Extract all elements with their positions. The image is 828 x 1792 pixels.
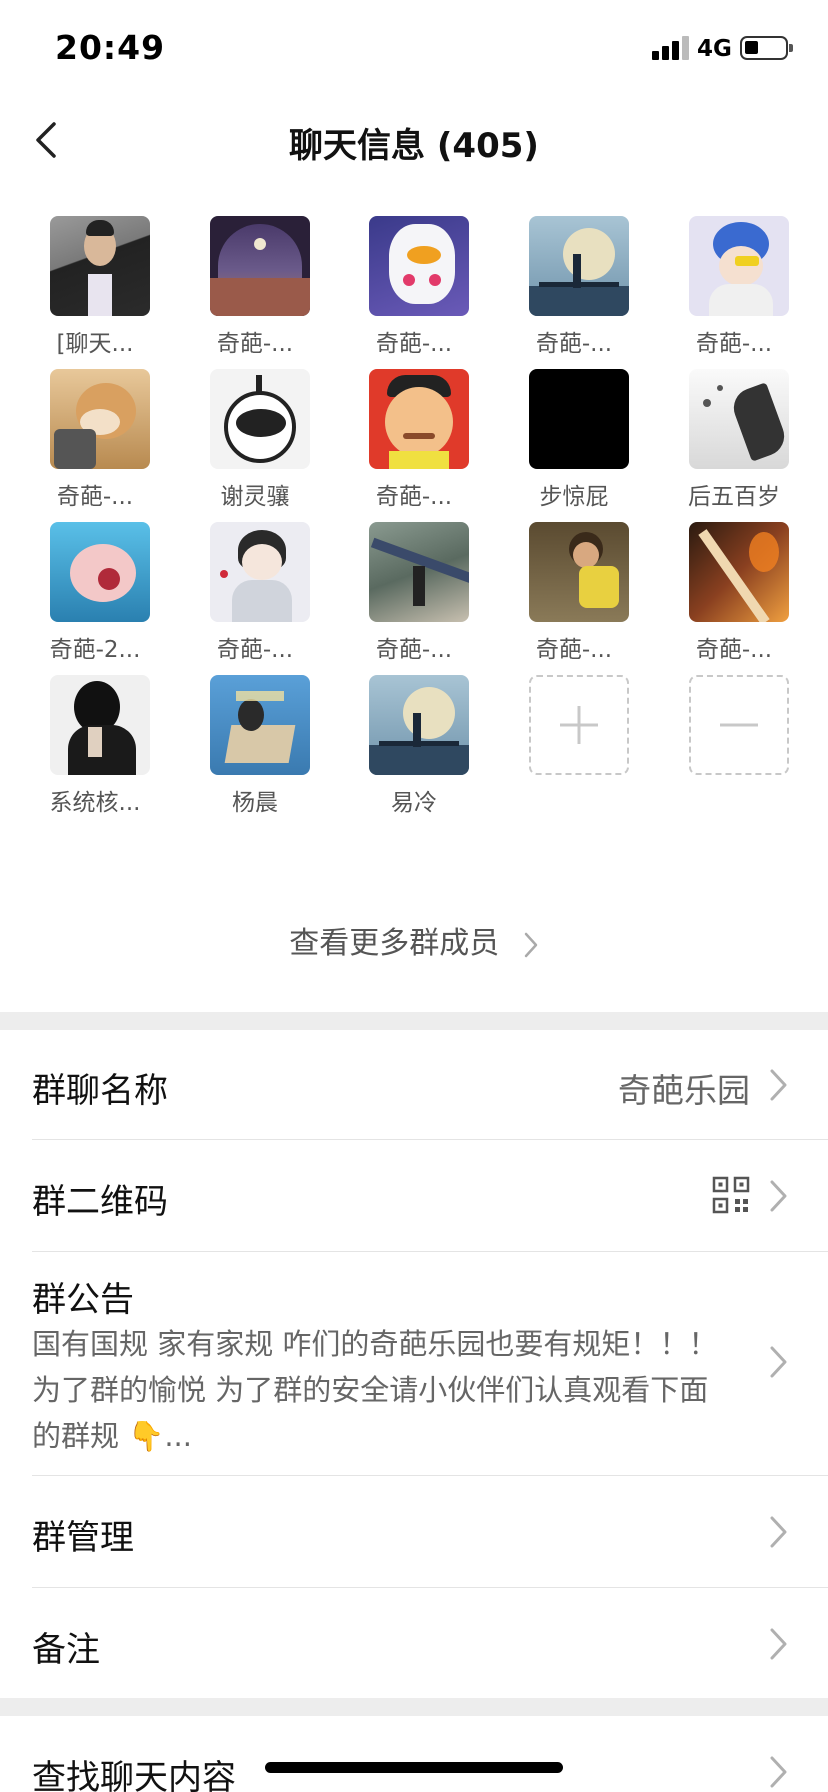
avatar bbox=[50, 216, 150, 316]
add-member-button[interactable] bbox=[514, 659, 634, 829]
chevron-right-icon bbox=[770, 1180, 787, 1212]
more-members-label: 查看更多群成员 bbox=[289, 926, 500, 961]
member-item[interactable]: 奇葩-... bbox=[354, 200, 474, 370]
chevron-right-icon bbox=[770, 1756, 787, 1788]
member-item[interactable]: 奇葩-... bbox=[354, 353, 474, 523]
avatar bbox=[210, 522, 310, 622]
member-grid: [聊天... 奇葩-... 奇葩-... 奇葩-... 奇葩-... 奇葩-..… bbox=[0, 200, 828, 1020]
add-member-tile[interactable] bbox=[529, 675, 629, 775]
member-item[interactable]: 奇葩-2... bbox=[35, 506, 155, 676]
avatar bbox=[210, 369, 310, 469]
chevron-right-icon bbox=[770, 1628, 787, 1660]
member-item[interactable]: 奇葩-... bbox=[674, 506, 794, 676]
avatar bbox=[50, 369, 150, 469]
plus-icon bbox=[560, 706, 598, 744]
member-name: 系统核... bbox=[49, 790, 141, 816]
group-name-row[interactable]: 群聊名称 奇葩乐园 bbox=[0, 1030, 828, 1140]
member-name: 易冷 bbox=[391, 790, 437, 816]
member-item[interactable]: 后五百岁 bbox=[674, 353, 794, 523]
member-item[interactable]: 易冷 bbox=[354, 659, 474, 829]
notice-line-2: 为了群的愉悦 为了群的安全请小伙伴们认真观看下面 bbox=[32, 1373, 709, 1407]
avatar bbox=[369, 675, 469, 775]
signal-icon bbox=[652, 36, 690, 60]
avatar bbox=[689, 216, 789, 316]
search-chat-label: 查找聊天内容 bbox=[32, 1758, 236, 1792]
member-item[interactable]: 奇葩-... bbox=[35, 353, 155, 523]
member-item[interactable]: 杨晨 bbox=[195, 659, 315, 829]
group-name-label: 群聊名称 bbox=[32, 1071, 168, 1111]
chevron-right-icon bbox=[770, 1346, 787, 1378]
avatar bbox=[529, 216, 629, 316]
avatar bbox=[210, 216, 310, 316]
remove-member-button[interactable] bbox=[674, 659, 794, 829]
member-item[interactable]: 奇葩-... bbox=[195, 506, 315, 676]
avatar bbox=[529, 522, 629, 622]
group-manage-row[interactable]: 群管理 bbox=[0, 1476, 828, 1588]
network-type: 4G bbox=[697, 36, 732, 62]
member-item[interactable]: 系统核... bbox=[35, 659, 155, 829]
group-notice-row[interactable]: 群公告 国有国规 家有家规 咋们的奇葩乐园也要有规矩！！！ 为了群的愉悦 为了群… bbox=[0, 1252, 828, 1476]
avatar bbox=[369, 216, 469, 316]
group-qr-row[interactable]: 群二维码 bbox=[0, 1140, 828, 1252]
avatar bbox=[50, 522, 150, 622]
member-item[interactable]: 步惊屁 bbox=[514, 353, 634, 523]
avatar bbox=[689, 522, 789, 622]
notice-line-1: 国有国规 家有家规 咋们的奇葩乐园也要有规矩！！！ bbox=[32, 1327, 718, 1361]
chevron-right-icon bbox=[770, 1516, 787, 1548]
search-chat-row[interactable]: 查找聊天内容 bbox=[0, 1716, 828, 1792]
avatar bbox=[529, 369, 629, 469]
avatar bbox=[210, 675, 310, 775]
group-manage-label: 群管理 bbox=[32, 1518, 134, 1558]
member-name: 杨晨 bbox=[232, 790, 278, 816]
minus-icon bbox=[720, 723, 758, 727]
member-item[interactable]: 奇葩-... bbox=[354, 506, 474, 676]
remove-member-tile[interactable] bbox=[689, 675, 789, 775]
nav-bar: 聊天信息 (405) bbox=[0, 100, 828, 180]
avatar bbox=[369, 369, 469, 469]
avatar bbox=[50, 675, 150, 775]
notice-line-3: 的群规 👇... bbox=[32, 1419, 192, 1453]
battery-icon bbox=[740, 36, 793, 60]
more-members-link[interactable]: 查看更多群成员 bbox=[0, 918, 828, 962]
avatar bbox=[369, 522, 469, 622]
group-qr-label: 群二维码 bbox=[32, 1182, 168, 1222]
member-item[interactable]: [聊天... bbox=[35, 200, 155, 370]
home-indicator[interactable] bbox=[265, 1762, 563, 1773]
avatar bbox=[689, 369, 789, 469]
member-item[interactable]: 奇葩-... bbox=[514, 200, 634, 370]
page-title: 聊天信息 (405) bbox=[289, 126, 539, 166]
remark-label: 备注 bbox=[32, 1630, 100, 1670]
section-divider bbox=[0, 1012, 828, 1030]
group-name-value: 奇葩乐园 bbox=[618, 1071, 750, 1110]
group-notice-label: 群公告 bbox=[32, 1280, 134, 1320]
chevron-right-icon bbox=[524, 932, 538, 957]
remark-row[interactable]: 备注 bbox=[0, 1588, 828, 1698]
status-time: 20:49 bbox=[55, 28, 166, 67]
qr-code-icon bbox=[712, 1176, 750, 1214]
member-item[interactable]: 奇葩-... bbox=[514, 506, 634, 676]
chevron-right-icon bbox=[770, 1069, 787, 1101]
member-item[interactable]: 奇葩-... bbox=[195, 200, 315, 370]
member-item[interactable]: 谢灵骧 bbox=[195, 353, 315, 523]
member-item[interactable]: 奇葩-... bbox=[674, 200, 794, 370]
section-divider bbox=[0, 1698, 828, 1716]
status-bar: 20:49 4G bbox=[0, 0, 828, 100]
